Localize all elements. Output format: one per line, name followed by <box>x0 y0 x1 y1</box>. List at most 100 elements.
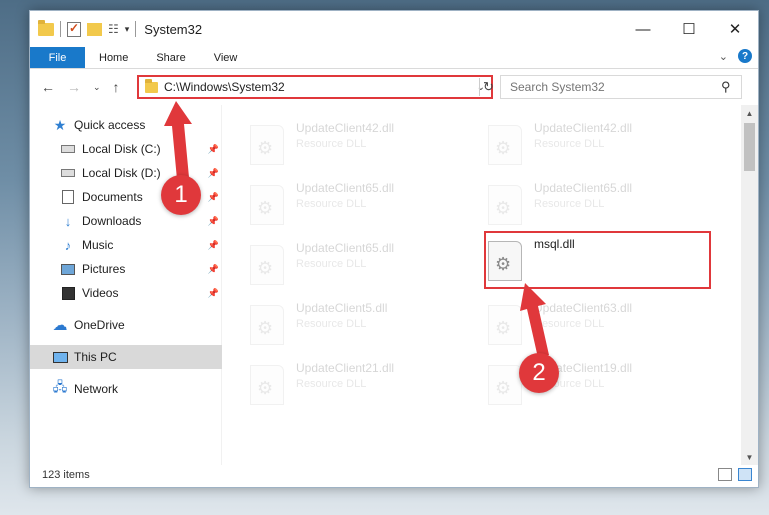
sidebar-item-onedrive[interactable]: ☁ OneDrive <box>30 313 222 337</box>
new-folder-icon[interactable] <box>87 22 102 36</box>
file-item[interactable]: UpdateClient65.dll Resource DLL <box>250 181 475 237</box>
sidebar-item-label: Videos <box>82 286 119 300</box>
sidebar-item-label: Local Disk (C:) <box>82 142 161 156</box>
dll-file-icon <box>488 125 522 165</box>
music-icon: ♪ <box>64 237 72 253</box>
pin-icon: 📌 <box>207 239 219 250</box>
item-count: 123 items <box>42 469 90 481</box>
toolbar-dropdown-icon[interactable]: ▾ <box>125 24 130 35</box>
videos-icon <box>60 286 76 300</box>
window-controls: — ☐ ✕ <box>620 11 758 47</box>
large-icons-view-icon[interactable] <box>738 468 752 481</box>
navigation-buttons: ← → ⌄ ↑ <box>30 79 120 95</box>
quick-access-toolbar: ☷ ▾ <box>30 19 137 37</box>
sidebar-item-quick-access[interactable]: ★ Quick access <box>30 113 222 137</box>
sidebar-item-label: OneDrive <box>74 318 125 332</box>
dll-file-icon <box>250 245 284 285</box>
file-name: UpdateClient5.dll <box>296 301 388 315</box>
title-bar: ☷ ▾ System32 — ☐ ✕ <box>30 11 758 47</box>
dll-file-icon <box>250 185 284 225</box>
pin-icon: 📌 <box>207 191 219 202</box>
scrollbar-thumb[interactable] <box>744 123 755 171</box>
refresh-button[interactable]: ↻ <box>479 78 497 96</box>
file-name: UpdateClient42.dll <box>296 121 395 135</box>
file-item[interactable]: UpdateClient65.dll Resource DLL <box>488 181 713 237</box>
file-name: UpdateClient63.dll <box>534 301 633 315</box>
file-type: Resource DLL <box>534 198 605 210</box>
sidebar-item-label: Music <box>82 238 114 252</box>
dll-file-icon <box>488 365 522 405</box>
recent-locations-icon[interactable]: ⌄ <box>93 82 101 93</box>
sidebar-item-videos[interactable]: Videos 📌 <box>30 281 222 305</box>
file-type: Resource DLL <box>296 378 367 390</box>
computer-icon <box>52 350 68 364</box>
ribbon-tabs: File Home Share View ⌄ ? <box>30 47 758 69</box>
tab-view[interactable]: View <box>200 47 252 68</box>
file-type: Resource DLL <box>534 318 605 330</box>
file-item[interactable]: UpdateClient63.dll Resource DLL <box>488 301 713 357</box>
maximize-button[interactable]: ☐ <box>666 11 712 47</box>
minimize-button[interactable]: — <box>620 11 666 47</box>
file-item[interactable]: UpdateClient21.dll Resource DLL <box>250 361 475 417</box>
sidebar-item-label: Documents <box>82 190 143 204</box>
file-item[interactable]: UpdateClient42.dll Resource DLL <box>488 121 713 177</box>
folder-icon <box>145 78 158 93</box>
msql-highlight-box <box>484 231 711 289</box>
toolbar-separator <box>60 21 61 37</box>
sidebar-item-pictures[interactable]: Pictures 📌 <box>30 257 222 281</box>
dll-file-icon <box>488 305 522 345</box>
download-icon: ↓ <box>64 213 72 229</box>
file-name: UpdateClient65.dll <box>296 241 395 255</box>
details-view-icon[interactable] <box>718 468 732 481</box>
scroll-up-icon[interactable]: ▲ <box>741 105 758 121</box>
documents-icon <box>60 190 76 204</box>
star-icon: ★ <box>53 116 67 133</box>
back-button[interactable]: ← <box>41 79 55 95</box>
pin-icon: 📌 <box>207 215 219 226</box>
file-type: Resource DLL <box>296 198 367 210</box>
tab-file[interactable]: File <box>30 47 85 68</box>
sidebar-item-music[interactable]: ♪ Music 📌 <box>30 233 222 257</box>
file-type: Resource DLL <box>534 138 605 150</box>
drive-icon <box>60 166 76 180</box>
address-path[interactable]: C:\Windows\System32 <box>164 80 477 94</box>
file-item[interactable]: UpdateClient42.dll Resource DLL <box>250 121 475 177</box>
help-icon[interactable]: ? <box>738 49 752 63</box>
customize-toolbar-icon[interactable]: ☷ <box>108 22 119 36</box>
toolbar-separator <box>135 21 137 37</box>
file-item[interactable]: UpdateClient65.dll Resource DLL <box>250 241 475 297</box>
file-type: Resource DLL <box>296 138 367 150</box>
expand-ribbon-icon[interactable]: ⌄ <box>719 50 728 63</box>
address-bar[interactable]: C:\Windows\System32 ⌄ <box>137 75 493 99</box>
close-button[interactable]: ✕ <box>712 11 758 47</box>
pin-icon: 📌 <box>207 167 219 178</box>
sidebar-item-this-pc[interactable]: This PC <box>30 345 222 369</box>
sidebar-item-label: Pictures <box>82 262 126 276</box>
pin-icon: 📌 <box>207 263 219 274</box>
search-icon[interactable]: ⚲ <box>721 79 741 95</box>
vertical-scrollbar[interactable]: ▲ ▼ <box>741 105 758 465</box>
ribbon-right-controls: ⌄ ? <box>719 49 752 63</box>
forward-button[interactable]: → <box>67 79 81 95</box>
tab-share[interactable]: Share <box>142 47 199 68</box>
search-box[interactable]: ⚲ <box>500 75 742 99</box>
file-type: Resource DLL <box>296 258 367 270</box>
file-item[interactable]: UpdateClient5.dll Resource DLL <box>250 301 475 357</box>
file-name: UpdateClient65.dll <box>296 181 395 195</box>
window-title: System32 <box>144 21 203 37</box>
file-name: UpdateClient65.dll <box>534 181 633 195</box>
network-icon: 🖧 <box>52 379 68 394</box>
sidebar-item-label: Downloads <box>82 214 142 228</box>
sidebar-item-label: Local Disk (D:) <box>82 166 161 180</box>
up-button[interactable]: ↑ <box>113 79 120 95</box>
properties-icon[interactable] <box>67 21 81 37</box>
tab-home[interactable]: Home <box>85 47 142 68</box>
file-name: UpdateClient42.dll <box>534 121 633 135</box>
search-input[interactable] <box>501 80 721 94</box>
sidebar-item-local-disk-c[interactable]: Local Disk (C:) 📌 <box>30 137 222 161</box>
sidebar-item-network[interactable]: 🖧 Network <box>30 377 222 401</box>
dll-file-icon <box>250 365 284 405</box>
sidebar-item-downloads[interactable]: ↓ Downloads 📌 <box>30 209 222 233</box>
folder-icon <box>38 19 54 36</box>
sidebar-item-label: Network <box>74 382 119 396</box>
